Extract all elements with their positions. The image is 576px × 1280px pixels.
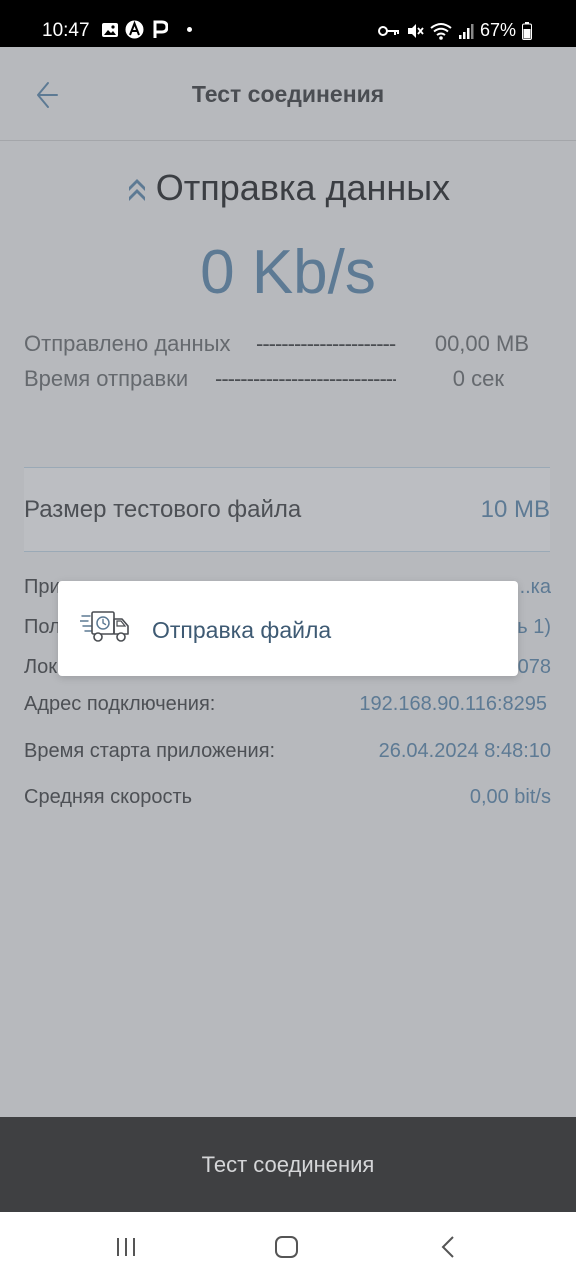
info-value: ь 1) xyxy=(517,616,551,638)
home-button[interactable] xyxy=(272,1234,302,1260)
recent-apps-icon xyxy=(117,1238,135,1256)
gallery-icon xyxy=(100,20,119,39)
vpn-key-icon xyxy=(377,25,399,36)
info-label: Пол xyxy=(24,616,61,638)
app-start-time-value: 26.04.2024 8:48:10 xyxy=(378,740,551,762)
info-value: ...ка xyxy=(514,576,551,598)
send-time-value: 0 сек xyxy=(452,366,504,391)
recent-apps-button[interactable] xyxy=(112,1234,142,1260)
file-size-value: 10 MB xyxy=(480,496,550,523)
send-time-label: Время отправки xyxy=(24,366,189,391)
signal-icon xyxy=(458,23,474,39)
notification-icons xyxy=(100,20,192,39)
average-speed-label: Средняя скорость xyxy=(24,786,193,808)
battery-icon xyxy=(522,21,532,40)
status-bar: 10:47 67% xyxy=(0,0,576,47)
battery-percent: 67% xyxy=(479,20,516,40)
dialog-message: Отправка файла xyxy=(152,617,332,643)
info-label: При xyxy=(24,576,61,598)
upload-header: Отправка данных xyxy=(0,167,576,209)
sent-data-value: 00,00 MB xyxy=(434,331,529,356)
page-title: Тест соединения xyxy=(191,81,385,107)
info-label: Лок xyxy=(24,656,57,678)
speed-value: 0 Kb/s xyxy=(200,238,376,307)
app-bar: Тест соединения xyxy=(0,47,576,141)
connection-address-label: Адрес подключения: xyxy=(24,693,216,715)
home-icon xyxy=(275,1236,298,1258)
test-connection-button[interactable]: Тест соединения xyxy=(0,1117,576,1212)
more-notifications-dot xyxy=(187,27,192,32)
back-nav-button[interactable] xyxy=(434,1234,464,1260)
connection-address-value: 192.168.90.116:8295 xyxy=(359,693,547,715)
average-speed-value: 0,00 bit/s xyxy=(469,786,551,808)
app-a-icon xyxy=(125,20,144,39)
status-time: 10:47 xyxy=(42,20,90,41)
double-chevron-up-icon xyxy=(128,179,145,201)
file-size-row[interactable]: Размер тестового файла 10 MB xyxy=(24,467,550,552)
back-chevron-icon xyxy=(441,1236,454,1258)
info-value: 078 xyxy=(517,656,551,678)
mute-icon xyxy=(407,23,424,38)
sending-file-dialog: Отправка файла xyxy=(58,581,518,676)
system-icons: 67% xyxy=(377,20,532,41)
system-nav-bar xyxy=(0,1212,576,1280)
parking-icon xyxy=(150,20,169,39)
file-size-label: Размер тестового файла xyxy=(24,496,302,523)
wifi-icon xyxy=(430,22,452,40)
delivery-truck-icon xyxy=(80,611,129,642)
dash-divider: ----------------------------------------… xyxy=(256,331,396,356)
upload-title: Отправка данных xyxy=(155,167,451,208)
sent-data-label: Отправлено данных xyxy=(24,331,231,356)
dash-divider: ----------------------------------------… xyxy=(215,366,396,391)
app-start-time-label: Время старта приложения: xyxy=(24,740,276,762)
